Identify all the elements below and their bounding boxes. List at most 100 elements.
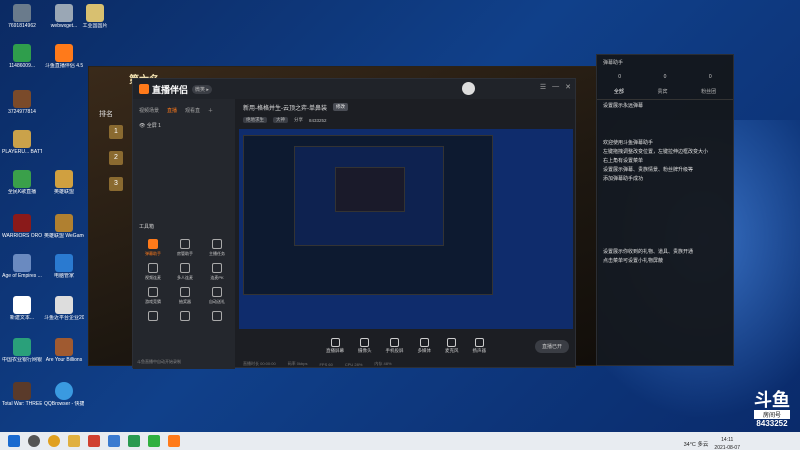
phone-cast-button[interactable]: 手机投屏 bbox=[386, 338, 404, 354]
windows-start-icon[interactable] bbox=[8, 435, 20, 447]
monitor-icon bbox=[330, 338, 340, 347]
scene-item[interactable]: 👁 全屏 1 bbox=[133, 118, 235, 133]
tool-streamer-tasks[interactable]: 主播任务 bbox=[201, 239, 233, 257]
status-bar: 直播时长 00:00:00 码率 0kbps FPS 60 CPU 28% 内存… bbox=[237, 359, 575, 369]
wechat-icon[interactable] bbox=[148, 435, 160, 447]
minimize-icon[interactable]: — bbox=[552, 83, 559, 91]
screen-capture-button[interactable]: 直播屏幕 bbox=[326, 338, 344, 354]
tab-watch[interactable]: 观看直 bbox=[185, 107, 200, 114]
desktop-icon-label: PLAYERU... BATTLEGR... bbox=[2, 149, 42, 155]
download-icon bbox=[180, 311, 190, 321]
desktop-icon[interactable]: 斗鱼直播伴侣 4.5 bbox=[44, 44, 84, 88]
tab-vip[interactable]: 贵宾 bbox=[657, 88, 667, 95]
search-icon[interactable] bbox=[28, 435, 40, 447]
danmaku-helper-panel[interactable]: 弹幕助手 0 0 0 全部 贵宾 粉丝团 设置展示永远弹幕 欢迎使用斗鱼弹幕助手… bbox=[596, 54, 734, 366]
status-item: 内存 48% bbox=[374, 361, 392, 366]
desktop-icon[interactable]: 英雄联盟 bbox=[44, 170, 84, 214]
tab-all[interactable]: 全部 bbox=[614, 88, 624, 95]
camera-button[interactable]: 摄像头 bbox=[358, 338, 372, 354]
record-hint: 斗鱼直播中自动开始录制 bbox=[137, 359, 181, 364]
desktop-icon[interactable]: 中国农业银行网银助手 bbox=[2, 338, 42, 382]
menu-icon[interactable]: ☰ bbox=[540, 83, 546, 91]
microphone-button[interactable]: 麦克风 bbox=[445, 338, 459, 354]
desktop-icon[interactable]: 11486009... bbox=[2, 44, 42, 88]
media-button[interactable]: 多媒体 bbox=[418, 338, 431, 354]
toolbar-label: 扬声器 bbox=[472, 348, 487, 353]
desktop-icon-label: webwxget... bbox=[50, 23, 78, 29]
toolbar-label: 手机投屏 bbox=[385, 348, 404, 353]
douyu-watermark: 斗鱼 房间号 8433252 bbox=[754, 392, 790, 428]
user-level-badge[interactable]: 微笑 ▸ bbox=[192, 84, 212, 94]
desktop-icon[interactable]: 工业国国片 bbox=[80, 4, 110, 48]
close-icon[interactable]: ✕ bbox=[565, 83, 571, 91]
app-logo: 直播伴侣 bbox=[139, 83, 188, 96]
desktop-icon[interactable]: 全民K歌直播 bbox=[2, 170, 42, 214]
speaker-button[interactable]: 扬声器 bbox=[472, 338, 487, 354]
app-icon[interactable] bbox=[108, 435, 120, 447]
avatar[interactable] bbox=[462, 82, 475, 95]
eye-icon[interactable]: 👁 bbox=[139, 123, 145, 129]
app-titlebar[interactable]: 直播伴侣 微笑 ▸ ☰ — ✕ bbox=[133, 79, 575, 99]
desktop-icon[interactable]: webwxget... bbox=[44, 4, 84, 48]
pk-icon bbox=[212, 263, 222, 273]
tool-auto-gift[interactable]: 自动送礼 bbox=[201, 287, 233, 305]
desktop-icon[interactable]: Age of Empires ... bbox=[2, 254, 42, 298]
app-icon bbox=[55, 338, 73, 356]
desktop-icon-label: 7691814962 bbox=[8, 23, 36, 29]
desktop-icon[interactable]: WARRIORS OROCHI 4... bbox=[2, 214, 42, 258]
tab-live[interactable]: 直播 bbox=[167, 107, 177, 114]
user-icon bbox=[180, 239, 190, 249]
tool-video-link[interactable]: 视频连麦 bbox=[137, 263, 169, 281]
desktop-icon[interactable]: 7691814962 bbox=[2, 4, 42, 48]
tool-lottery[interactable]: 抽奖器 bbox=[169, 287, 201, 305]
desktop-icon[interactable]: PLAYERU... BATTLEGR... bbox=[2, 130, 42, 174]
camera-icon bbox=[360, 338, 370, 347]
douyu-icon[interactable] bbox=[168, 435, 180, 447]
edit-title-button[interactable]: 修改 bbox=[333, 103, 348, 111]
weather-widget[interactable]: 34°C 多云 bbox=[684, 440, 709, 448]
tool-multi-link[interactable]: 多人连麦 bbox=[169, 263, 201, 281]
desktop-icon[interactable]: Total War: THREE KI... bbox=[2, 382, 42, 426]
desktop-icon[interactable]: QQBrowser - 快捷方式 bbox=[44, 382, 84, 426]
desktop-icon[interactable]: 英雄联盟 WeGame版 bbox=[44, 214, 84, 258]
category-chip[interactable]: 绝地求生 bbox=[243, 117, 267, 123]
add-scene-icon[interactable]: ＋ bbox=[208, 107, 213, 114]
tool-slot[interactable] bbox=[137, 311, 169, 323]
lottery-icon bbox=[180, 287, 190, 297]
tab-scenes[interactable]: 视频场景 bbox=[139, 107, 159, 114]
desktop-icon[interactable]: 斗鱼近平台企业2021年... bbox=[44, 296, 84, 340]
streaming-app-window[interactable]: 直播伴侣 微笑 ▸ ☰ — ✕ 视频场景 直播 观看直 ＋ 👁 全屏 1 工具箱 bbox=[132, 78, 576, 369]
app-icon[interactable] bbox=[128, 435, 140, 447]
left-panel: 视频场景 直播 观看直 ＋ 👁 全屏 1 工具箱 弹幕助手 房管助手 主播任务 … bbox=[133, 99, 235, 369]
app-icon[interactable] bbox=[88, 435, 100, 447]
app-icon bbox=[86, 4, 104, 22]
desktop-icon-label: Total War: THREE KI... bbox=[2, 401, 42, 407]
desktop-icon[interactable]: 电脑管家 bbox=[44, 254, 84, 298]
tool-danmaku-helper[interactable]: 弹幕助手 bbox=[137, 239, 169, 257]
status-item: FPS 60 bbox=[319, 361, 333, 367]
live-preview[interactable] bbox=[239, 129, 573, 329]
tool-link-pk[interactable]: 连麦PK bbox=[201, 263, 233, 281]
tag-chip[interactable]: 大神 bbox=[273, 117, 288, 123]
tab-fans[interactable]: 粉丝团 bbox=[701, 88, 716, 95]
tool-game-quiz[interactable]: 游戏竞猜 bbox=[137, 287, 169, 305]
tool-slot[interactable] bbox=[201, 311, 233, 323]
clock[interactable]: 14:11 2021-08-07 bbox=[714, 436, 740, 450]
chat-icon bbox=[148, 239, 158, 249]
desktop-icon[interactable]: 3724977814 bbox=[2, 90, 42, 134]
stat-value: 0 bbox=[618, 74, 622, 80]
folder-icon[interactable] bbox=[68, 435, 80, 447]
source-toolbar: 直播屏幕 摄像头 手机投屏 多媒体 麦克风 扬声器 bbox=[237, 335, 575, 357]
start-live-button[interactable]: 直播已开 bbox=[534, 340, 569, 353]
room-title-row: 新用-格格并生-云顶之弈-单鼻装 修改 bbox=[237, 99, 575, 115]
desktop-icon[interactable]: Are Your Billions bbox=[44, 338, 84, 382]
tool-slot[interactable] bbox=[169, 311, 201, 323]
left-tabs: 视频场景 直播 观看直 ＋ bbox=[133, 99, 235, 118]
tool-room-manager[interactable]: 房管助手 bbox=[169, 239, 201, 257]
chrome-icon[interactable] bbox=[48, 435, 60, 447]
desktop-icon[interactable]: 新建文本... bbox=[2, 296, 42, 340]
taskbar: 34°C 多云 14:11 2021-08-07 bbox=[0, 432, 800, 450]
desktop-icon-label: 3724977814 bbox=[8, 109, 36, 115]
desktop-icon-label: WARRIORS OROCHI 4... bbox=[2, 233, 42, 239]
share-link[interactable]: 分享 bbox=[294, 117, 303, 123]
